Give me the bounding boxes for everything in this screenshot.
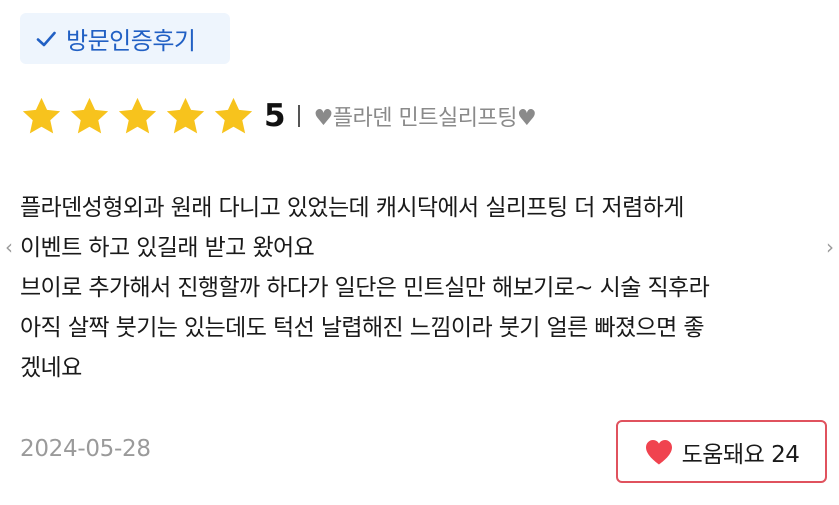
divider bbox=[297, 105, 300, 127]
visit-verified-badge: 방문인증후기 bbox=[20, 13, 230, 64]
star-icon bbox=[166, 97, 205, 133]
review-line: 플라덴성형외과 원래 다니고 있었는데 캐시닥에서 실리프팅 더 저렴하게 bbox=[20, 195, 684, 221]
star-rating bbox=[20, 95, 255, 138]
review-line: 이벤트 하고 있길래 받고 왔어요 bbox=[20, 235, 315, 261]
star-icon bbox=[70, 97, 109, 133]
review-line: 겠네요 bbox=[20, 355, 82, 381]
review-date: 2024-05-28 bbox=[20, 436, 151, 462]
product-name: ♥플라덴 민트실리프팅♥ bbox=[313, 106, 537, 131]
review-line: 브이로 추가해서 진행할까 하다가 일단은 민트실만 해보기로~ 시술 직후라 bbox=[20, 275, 710, 301]
heart-icon bbox=[645, 439, 672, 464]
review-text: 플라덴성형외과 원래 다니고 있었는데 캐시닥에서 실리프팅 더 저렴하게 이벤… bbox=[20, 188, 830, 388]
badge-label: 방문인증후기 bbox=[66, 27, 196, 55]
helpful-label: 도움돼요 24 bbox=[681, 441, 800, 468]
helpful-button[interactable]: 도움돼요 24 bbox=[616, 420, 827, 483]
next-arrow-icon[interactable]: › bbox=[821, 232, 839, 262]
star-icon bbox=[214, 97, 253, 133]
review-card: 방문인증후기 5 ♥플라덴 민트실리프팅♥ 플라덴성형외과 원래 다니고 있었는… bbox=[0, 0, 839, 505]
rating-row: 5 ♥플라덴 민트실리프팅♥ bbox=[20, 92, 537, 140]
check-icon bbox=[34, 27, 58, 51]
rating-score: 5 bbox=[264, 98, 286, 134]
star-icon bbox=[118, 97, 157, 133]
star-icon bbox=[22, 97, 61, 133]
review-line: 아직 살짝 붓기는 있는데도 턱선 날렵해진 느낌이라 붓기 얼른 빠졌으면 좋 bbox=[20, 315, 705, 341]
prev-arrow-icon[interactable]: ‹ bbox=[0, 232, 18, 262]
